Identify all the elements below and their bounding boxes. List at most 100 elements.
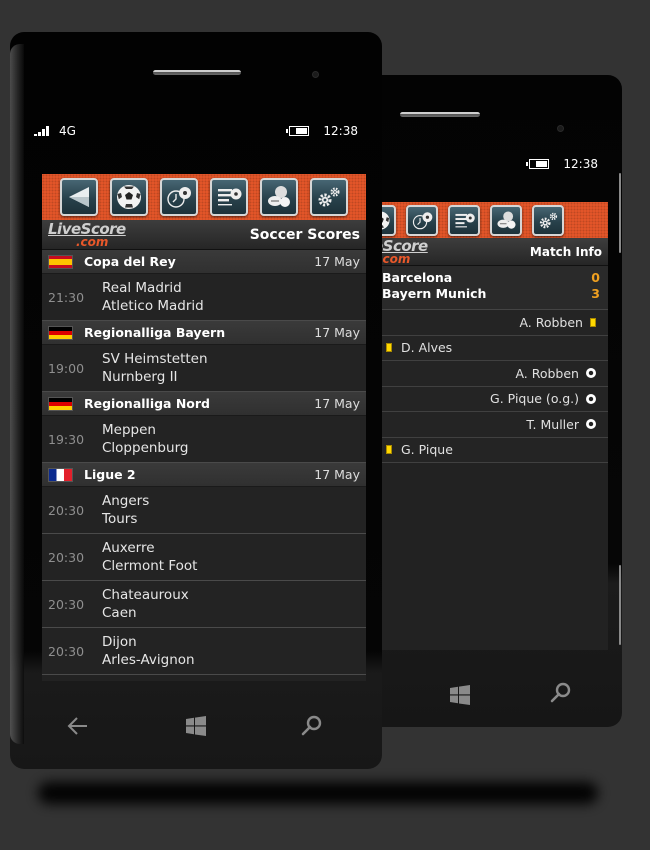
toolbar-button-all-sports[interactable] — [490, 204, 522, 236]
search-icon — [301, 715, 322, 736]
league-date: 17 May — [314, 254, 360, 269]
soccer-ball-icon — [117, 185, 141, 209]
front-camera — [557, 125, 564, 132]
match-row[interactable]: 21:30 Real Madrid Atletico Madrid — [42, 274, 366, 321]
home-team: Auxerre — [102, 540, 155, 556]
away-team: Bayern Munich — [382, 286, 487, 301]
toolbar-button-settings[interactable] — [532, 204, 564, 236]
back-button[interactable] — [62, 710, 94, 742]
event-player: G. Pique — [401, 442, 453, 458]
league-header[interactable]: Copa del Rey 17 May — [42, 250, 366, 274]
home-team: SV Heimstetten — [102, 351, 208, 367]
event-player: G. Pique (o.g.) — [490, 391, 579, 407]
windows-button[interactable] — [180, 710, 212, 742]
toolbar-button-standings[interactable] — [210, 178, 248, 216]
match-row[interactable]: 20:30 Chateauroux Caen — [42, 581, 366, 628]
home-team: Real Madrid — [102, 280, 182, 296]
status-time: 12:38 — [563, 157, 598, 171]
status-time: 12:38 — [323, 124, 358, 138]
match-event: D. Alves — [378, 335, 608, 361]
match-score[interactable]: Barcelona 0 Bayern Munich 3 — [378, 266, 608, 310]
league-header[interactable]: Ligue 2 17 May — [42, 463, 366, 487]
away-team: Atletico Madrid — [102, 298, 204, 314]
toolbar-button-fixtures[interactable] — [406, 204, 438, 236]
toolbar-button-soccer[interactable] — [110, 178, 148, 216]
windows-logo-icon — [186, 716, 206, 736]
battery-icon — [526, 159, 550, 169]
status-bar-left: 4G — [34, 124, 76, 138]
home-team: Chateauroux — [102, 587, 189, 603]
league-date: 17 May — [314, 325, 360, 340]
floor-shadow — [38, 782, 598, 804]
network-type: 4G — [59, 124, 76, 138]
france-flag-icon — [48, 467, 73, 482]
gears-icon — [539, 212, 557, 228]
speaker-grille — [153, 70, 241, 75]
event-player: D. Alves — [401, 340, 453, 356]
league-date: 17 May — [314, 467, 360, 482]
away-team: Tours — [102, 511, 138, 527]
search-button[interactable] — [296, 710, 328, 742]
germany-flag-icon — [48, 396, 73, 411]
gears-icon — [318, 187, 340, 207]
status-bar: 12:38 — [526, 157, 598, 171]
signal-bars-icon — [34, 126, 49, 136]
table-ball-icon — [218, 188, 242, 206]
toolbar-button-standings[interactable] — [448, 204, 480, 236]
windows-button[interactable] — [445, 680, 475, 710]
match-time: 21:30 — [48, 289, 85, 305]
match-time: 20:30 — [48, 643, 85, 659]
power-button — [619, 565, 621, 645]
livescore-logo: LiveScore .com — [378, 236, 428, 266]
match-time: 19:00 — [48, 360, 85, 376]
match-time: 20:30 — [48, 596, 85, 612]
toolbar-button-settings[interactable] — [310, 178, 348, 216]
back-arrow-icon — [67, 717, 87, 735]
match-time: 19:30 — [48, 431, 85, 447]
toolbar-button-back[interactable] — [60, 178, 98, 216]
goal-ball-icon — [586, 419, 596, 430]
home-team: Angers — [102, 493, 150, 509]
status-bar-right: 12:38 — [286, 124, 358, 138]
home-score: 0 — [591, 270, 600, 285]
league-header[interactable]: Regionalliga Bayern 17 May — [42, 321, 366, 345]
toolbar-button-all-sports[interactable] — [260, 178, 298, 216]
sports-balls-icon — [496, 210, 516, 229]
phone-edge-highlight — [10, 44, 24, 744]
toolbar-button-fixtures[interactable] — [160, 178, 198, 216]
league-name: Copa del Rey — [84, 254, 176, 269]
match-row[interactable]: 20:30 Angers Tours — [42, 487, 366, 534]
sports-balls-icon — [268, 186, 290, 207]
league-name: Regionalliga Bayern — [84, 325, 226, 340]
back-triangle-icon — [69, 187, 89, 207]
page-title: Match Info — [529, 244, 602, 259]
match-row[interactable]: 20:30 Auxerre Clermont Foot — [42, 534, 366, 581]
title-bar: LiveScore .com Match Info — [378, 238, 608, 266]
match-event: G. Pique (o.g.) — [378, 386, 608, 412]
table-ball-icon — [454, 213, 475, 227]
match-event: A. Robben — [378, 310, 608, 336]
goal-ball-icon — [586, 368, 596, 379]
match-event: A. Robben — [378, 361, 608, 387]
spain-flag-icon — [48, 254, 73, 269]
league-header[interactable]: Regionalliga Nord 17 May — [42, 392, 366, 416]
match-row[interactable]: 19:30 Meppen Cloppenburg — [42, 416, 366, 463]
livescore-logo: LiveScore .com — [48, 219, 126, 249]
search-button[interactable] — [546, 678, 576, 708]
volume-button — [619, 173, 621, 253]
germany-flag-icon — [48, 325, 73, 340]
front-camera — [312, 71, 319, 78]
match-row[interactable]: 19:00 SV Heimstetten Nurnberg II — [42, 345, 366, 392]
match-event: G. Pique — [378, 437, 608, 463]
match-event: T. Muller — [378, 412, 608, 438]
league-date: 17 May — [314, 396, 360, 411]
page-title: Soccer Scores — [249, 226, 360, 243]
away-team: Clermont Foot — [102, 558, 198, 574]
clock-ball-icon — [167, 187, 191, 208]
match-row[interactable]: 20:30 Dijon Arles-Avignon — [42, 628, 366, 675]
yellow-card-icon — [590, 317, 596, 327]
away-team: Arles-Avignon — [102, 652, 195, 668]
home-team: Barcelona — [382, 270, 453, 285]
home-team: Meppen — [102, 422, 156, 438]
away-score: 3 — [591, 286, 600, 301]
